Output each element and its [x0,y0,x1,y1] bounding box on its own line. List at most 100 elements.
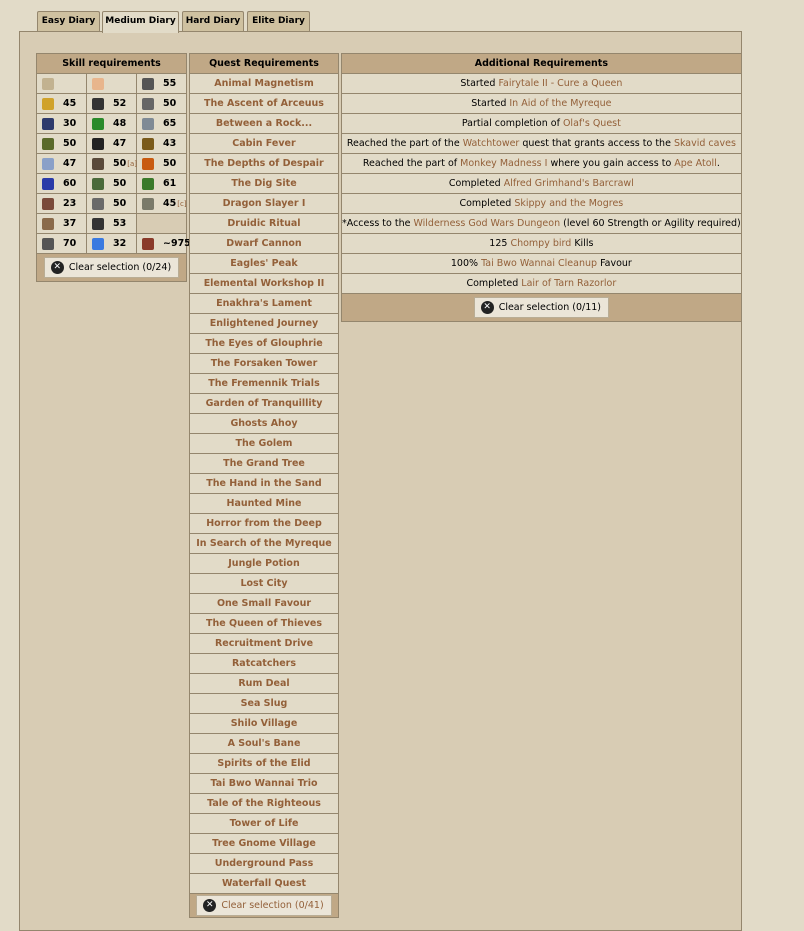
skill-cell[interactable]: 50 [86,193,137,214]
quest-link[interactable]: The Dig Site [189,173,339,194]
tab-easy-diary[interactable]: Easy Diary [37,11,100,31]
note-reference[interactable]: [c] [177,200,186,208]
additional-requirement[interactable]: 125 Chompy bird Kills [341,233,742,254]
requirement-link[interactable]: Alfred Grimhand's Barcrawl [504,178,634,189]
additional-requirement[interactable]: Completed Skippy and the Mogres [341,193,742,214]
additional-requirement[interactable]: 100% Tai Bwo Wannai Cleanup Favour [341,253,742,274]
skill-cell[interactable]: 47 [36,153,87,174]
requirement-link[interactable]: Tai Bwo Wannai Cleanup [481,258,597,269]
quest-link[interactable]: Haunted Mine [189,493,339,514]
quest-link[interactable]: Jungle Potion [189,553,339,574]
skill-cell[interactable]: 70 [36,233,87,254]
quest-link[interactable]: Enlightened Journey [189,313,339,334]
skill-cell[interactable] [36,73,87,94]
additional-requirement[interactable]: Reached the part of the Watchtower quest… [341,133,742,154]
tab-hard-diary[interactable]: Hard Diary [182,11,244,31]
skill-cell[interactable]: 45 [36,93,87,114]
skill-cell[interactable]: 50 [a] [86,153,137,174]
quest-link[interactable]: Elemental Workshop II [189,273,339,294]
tab-elite-diary[interactable]: Elite Diary [247,11,310,31]
clear-skills-button[interactable]: ✕ Clear selection (0/24) [43,257,180,278]
quest-link[interactable]: Waterfall Quest [189,873,339,894]
quest-link[interactable]: Dragon Slayer I [189,193,339,214]
quest-link[interactable]: Between a Rock... [189,113,339,134]
skill-cell[interactable]: 50 [36,133,87,154]
quest-link[interactable]: Lost City [189,573,339,594]
requirement-link[interactable]: Chompy bird [510,238,571,249]
skill-cell[interactable]: 50 [135,153,188,174]
additional-requirement[interactable]: Completed Alfred Grimhand's Barcrawl [341,173,742,194]
skill-cell[interactable]: 37 [36,213,87,234]
skill-cell[interactable]: 65 [135,113,188,134]
requirement-link[interactable]: In Aid of the Myreque [509,98,611,109]
quest-link[interactable]: In Search of the Myreque [189,533,339,554]
additional-requirement[interactable]: Started Fairytale II - Cure a Queen [341,73,742,94]
quest-link[interactable]: The Grand Tree [189,453,339,474]
quest-link[interactable]: The Golem [189,433,339,454]
quest-link[interactable]: Dwarf Cannon [189,233,339,254]
quest-link[interactable]: Tree Gnome Village [189,833,339,854]
quest-link[interactable]: The Forsaken Tower [189,353,339,374]
quest-link[interactable]: Ratcatchers [189,653,339,674]
skill-cell[interactable]: 50 [135,93,188,114]
requirement-link[interactable]: Wilderness God Wars Dungeon [413,218,560,229]
skill-cell[interactable]: 55 [135,73,188,94]
skill-cell[interactable]: 61 [135,173,188,194]
note-reference[interactable]: [a] [127,160,137,168]
skill-cell[interactable]: 48 [86,113,137,134]
additional-requirement[interactable]: Completed Lair of Tarn Razorlor [341,273,742,294]
quest-link[interactable]: The Queen of Thieves [189,613,339,634]
skill-cell[interactable]: ~975+ [135,233,199,254]
quest-link[interactable]: Eagles' Peak [189,253,339,274]
skill-cell[interactable]: 32 [86,233,137,254]
tab-medium-diary[interactable]: Medium Diary [102,11,179,33]
quest-link[interactable]: Enakhra's Lament [189,293,339,314]
quest-link[interactable]: The Depths of Despair [189,153,339,174]
quest-link[interactable]: Tower of Life [189,813,339,834]
skill-cell[interactable] [86,73,137,94]
skill-cell[interactable]: 43 [135,133,188,154]
quest-link[interactable]: Tai Bwo Wannai Trio [189,773,339,794]
requirement-link[interactable]: Watchtower [463,138,520,149]
requirement-link[interactable]: Olaf's Quest [563,118,621,129]
quest-link[interactable]: The Fremennik Trials [189,373,339,394]
skill-cell[interactable]: 23 [36,193,87,214]
additional-requirement[interactable]: *Access to the Wilderness God Wars Dunge… [341,213,742,234]
additional-requirement[interactable]: Started In Aid of the Myreque [341,93,742,114]
clear-additional-button[interactable]: ✕ Clear selection (0/11) [473,297,610,318]
quest-link[interactable]: The Hand in the Sand [189,473,339,494]
requirement-link[interactable]: Skippy and the Mogres [514,198,623,209]
quest-link[interactable]: The Eyes of Glouphrie [189,333,339,354]
quest-link[interactable]: Animal Magnetism [189,73,339,94]
quest-link[interactable]: Druidic Ritual [189,213,339,234]
skill-cell[interactable]: 60 [36,173,87,194]
skill-cell[interactable]: 53 [86,213,137,234]
skill-cell[interactable]: 47 [86,133,137,154]
quest-link[interactable]: One Small Favour [189,593,339,614]
requirement-link[interactable]: Fairytale II - Cure a Queen [498,78,622,89]
quest-link[interactable]: Cabin Fever [189,133,339,154]
additional-requirement[interactable]: Partial completion of Olaf's Quest [341,113,742,134]
quest-link[interactable]: A Soul's Bane [189,733,339,754]
quest-link[interactable]: Garden of Tranquillity [189,393,339,414]
skill-cell[interactable]: 45 [c] [135,193,188,214]
quest-link[interactable]: Shilo Village [189,713,339,734]
quest-link[interactable]: Spirits of the Elid [189,753,339,774]
quest-link[interactable]: The Ascent of Arceuus [189,93,339,114]
quest-link[interactable]: Tale of the Righteous [189,793,339,814]
requirement-link[interactable]: Lair of Tarn Razorlor [521,278,616,289]
skill-cell[interactable]: 50 [86,173,137,194]
skill-cell[interactable]: 30 [36,113,87,134]
skill-cell[interactable]: 52 [86,93,137,114]
quest-link[interactable]: Horror from the Deep [189,513,339,534]
quest-link[interactable]: Sea Slug [189,693,339,714]
requirement-link[interactable]: Ape Atoll [674,158,717,169]
requirement-link[interactable]: Monkey Madness I [460,158,547,169]
quest-link[interactable]: Ghosts Ahoy [189,413,339,434]
requirement-link[interactable]: Skavid caves [674,138,736,149]
quest-link[interactable]: Underground Pass [189,853,339,874]
clear-quests-button[interactable]: ✕ Clear selection (0/41) [196,895,332,916]
quest-link[interactable]: Recruitment Drive [189,633,339,654]
additional-requirement[interactable]: Reached the part of Monkey Madness I whe… [341,153,742,174]
quest-link[interactable]: Rum Deal [189,673,339,694]
